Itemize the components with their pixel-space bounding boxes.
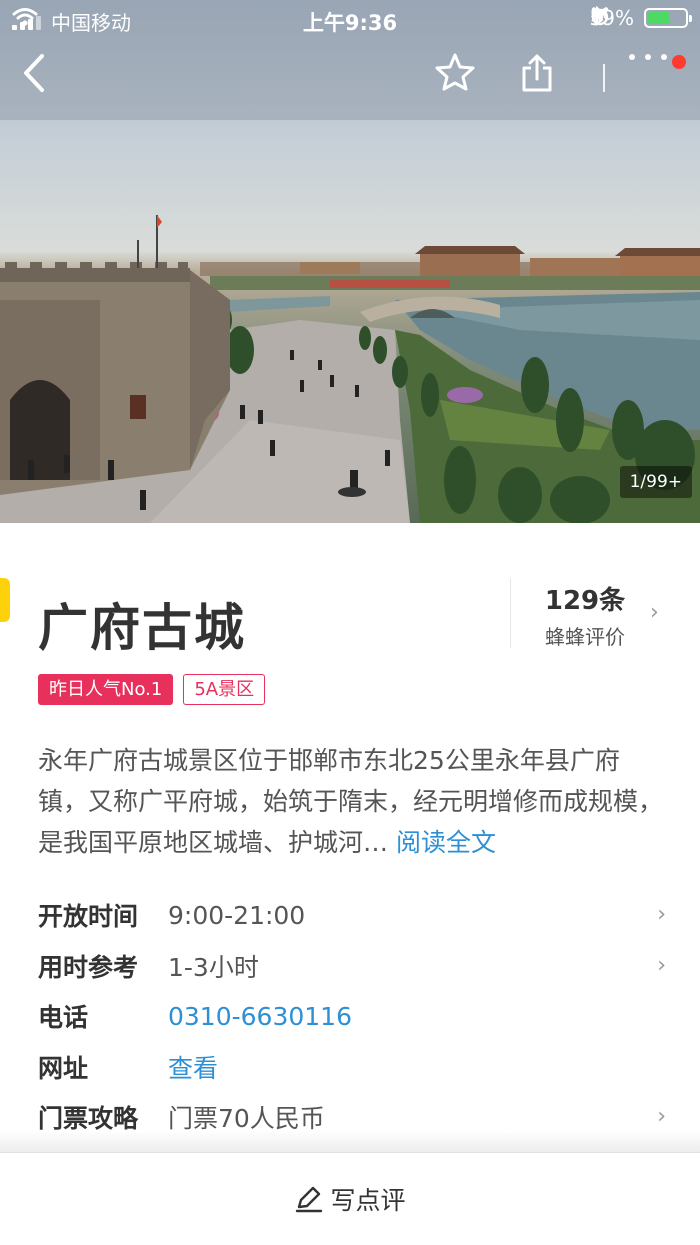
info-value: 9:00-21:00 [168, 900, 306, 930]
phone-link[interactable]: 0310-6630116 [168, 1002, 352, 1031]
chevron-right-icon: › [657, 1104, 666, 1129]
info-row-duration[interactable]: 用时参考 1-3小时 › [38, 941, 668, 992]
status-bar: 中国移动 上午9:36 59% [0, 0, 700, 38]
back-button[interactable] [20, 52, 72, 104]
popularity-tag: 昨日人气No.1 [38, 674, 174, 705]
nav-divider [603, 64, 605, 92]
yellow-marker [0, 578, 10, 622]
info-row-hours[interactable]: 开放时间 9:00-21:00 › [38, 890, 668, 941]
review-label: 蜂蜂评价 [545, 625, 625, 649]
scenic-photo-illustration [0, 0, 700, 523]
title-divider [510, 578, 511, 648]
read-more-link[interactable]: 阅读全文 [396, 828, 496, 857]
info-row-phone: 电话 0310-6630116 [38, 991, 668, 1042]
scroll-fade [0, 1130, 700, 1152]
info-label: 电话 [38, 1003, 89, 1033]
write-review-button[interactable]: 写点评 [0, 1152, 700, 1245]
pen-icon [296, 1186, 323, 1213]
reviews-link[interactable]: 129条 蜂蜂评价 [520, 580, 650, 650]
description: 永年广府古城景区位于邯郸市东北25公里永年县广府镇，又称广平府城，始筑于隋末，经… [38, 740, 663, 863]
info-label: 用时参考 [38, 952, 139, 982]
chevron-right-icon: › [650, 600, 659, 625]
favorite-button[interactable] [434, 52, 486, 104]
notification-dot [672, 55, 686, 69]
info-row-website: 网址 查看 [38, 1042, 668, 1093]
battery-icon [644, 8, 692, 28]
info-value: 1-3小时 [168, 952, 259, 982]
star-icon [435, 53, 475, 91]
poi-title: 广府古城 [38, 599, 246, 657]
photo-counter: 1/99+ [619, 466, 692, 498]
description-text: 永年广府古城景区位于邯郸市东北25公里永年县广府镇，又称广平府城，始筑于隋末，经… [38, 746, 664, 857]
review-count: 129条 [544, 586, 626, 616]
charging-bolt-icon [590, 6, 601, 26]
more-icon [629, 54, 667, 60]
back-icon [24, 54, 44, 92]
share-button[interactable] [519, 52, 571, 104]
info-rows: 开放时间 9:00-21:00 › 用时参考 1-3小时 › 电话 0310-6… [38, 890, 668, 1143]
chevron-right-icon: › [657, 902, 666, 927]
info-label: 开放时间 [38, 902, 139, 932]
more-button[interactable] [626, 52, 678, 104]
hero-photo[interactable]: 中国移动 上午9:36 59% 1/99+ [0, 0, 700, 523]
write-review-label: 写点评 [330, 1186, 406, 1215]
grade-tag: 5A景区 [183, 674, 266, 705]
battery-level [648, 12, 670, 24]
info-label: 网址 [38, 1053, 89, 1083]
tag-list: 昨日人气No.1 5A景区 [38, 674, 266, 705]
chevron-right-icon: › [657, 952, 666, 978]
website-link[interactable]: 查看 [168, 1049, 218, 1085]
share-icon [522, 54, 552, 92]
status-right: 59% [590, 6, 692, 30]
